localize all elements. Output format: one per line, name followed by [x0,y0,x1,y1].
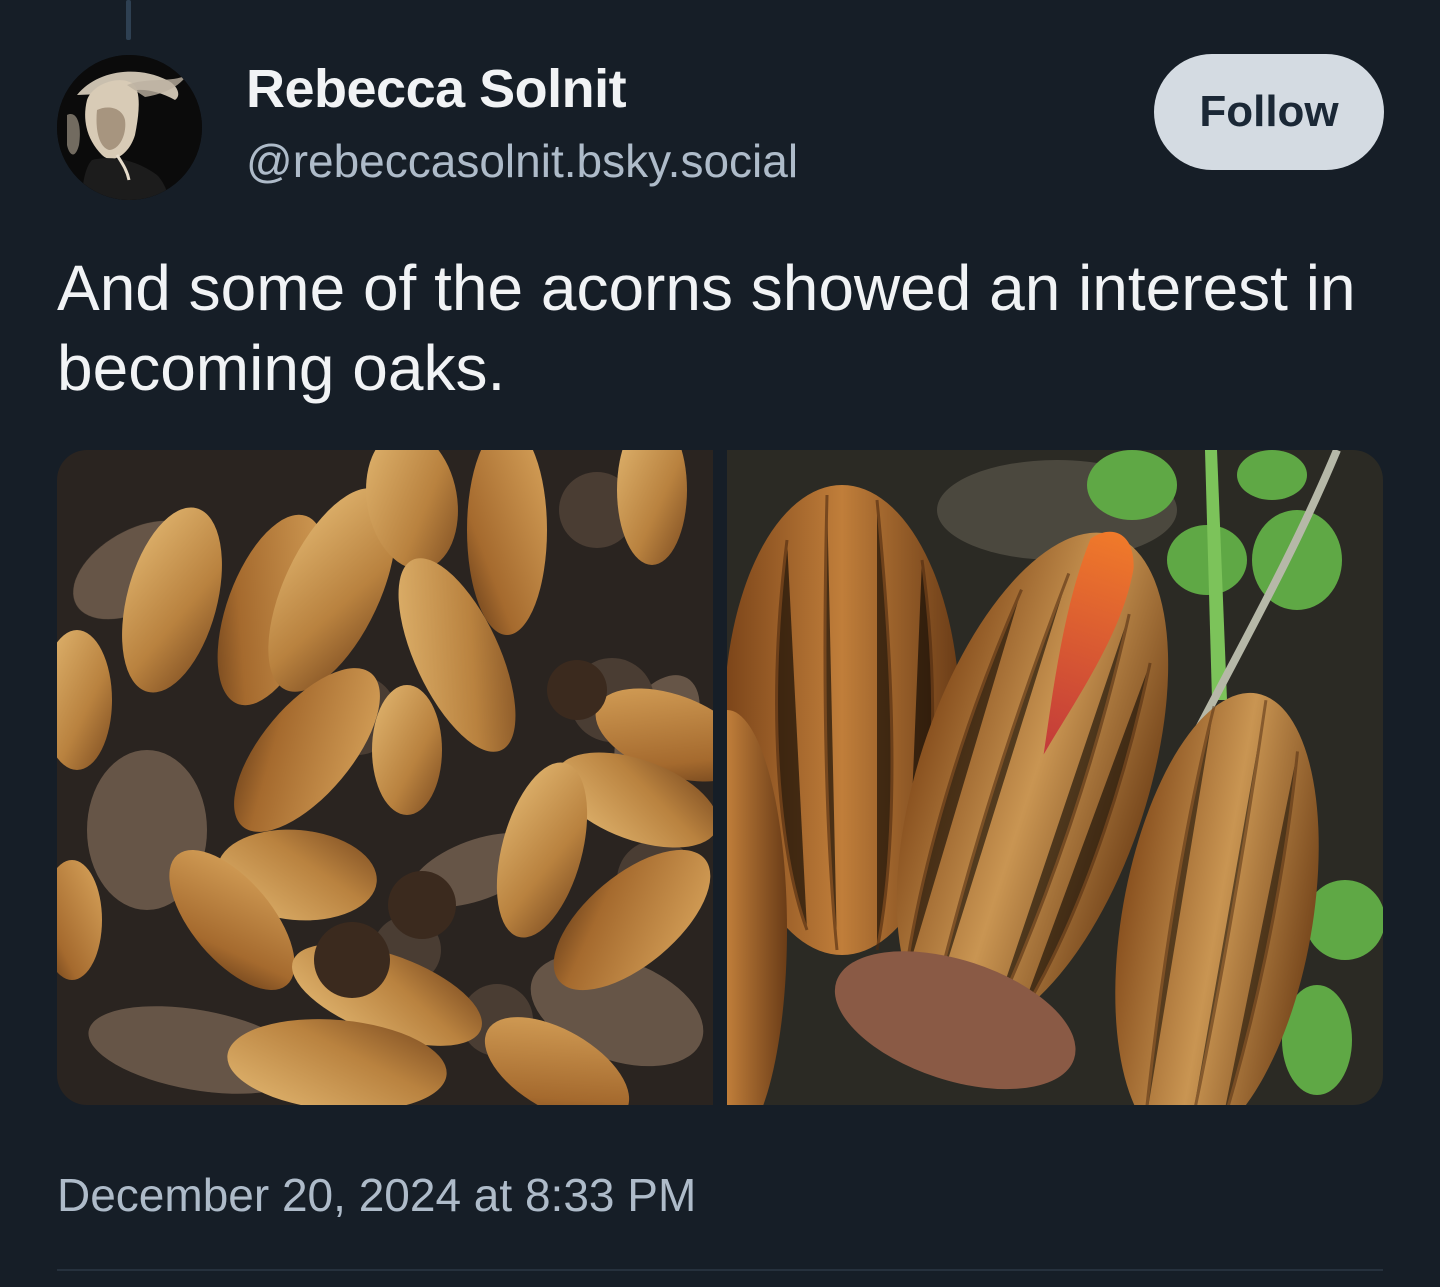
post-timestamp[interactable]: December 20, 2024 at 8:33 PM [57,1168,696,1222]
post-image-acorns-pile[interactable] [57,450,713,1105]
avatar[interactable] [57,55,202,200]
post-image-gallery [57,450,1383,1105]
post-image-sprouting-acorns[interactable] [727,450,1383,1105]
post-text: And some of the acorns showed an interes… [57,252,1356,404]
author-display-name[interactable]: Rebecca Solnit [246,58,627,120]
author-handle[interactable]: @rebeccasolnit.bsky.social [246,134,798,188]
thread-connector-line [126,0,131,40]
divider [57,1269,1383,1271]
follow-button[interactable]: Follow [1154,54,1384,170]
